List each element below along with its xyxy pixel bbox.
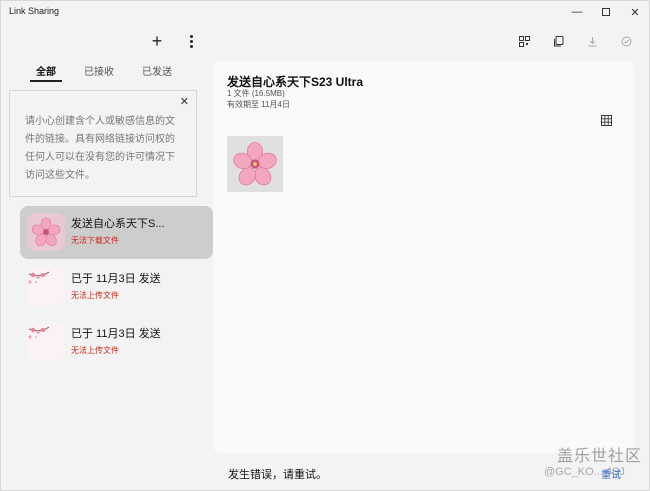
done-button[interactable]	[618, 33, 634, 49]
grid-view-button[interactable]	[601, 113, 613, 126]
close-window-button[interactable]: ✕	[620, 1, 650, 23]
error-message: 发生错误，请重试。	[228, 469, 327, 481]
filter-tabs: 全部 已接收 已发送	[23, 63, 193, 82]
minimize-button[interactable]: —	[562, 1, 592, 23]
list-item-name: 已于 11月3日 发送	[71, 328, 161, 340]
privacy-warning: 请小心创建含个人或敏感信息的文件的链接。具有网络链接访问权的任何人可以在没有您的…	[9, 90, 197, 197]
list-item-status: 无法下载文件	[71, 236, 119, 245]
copy-link-button[interactable]	[550, 33, 566, 49]
watermark-community: 盖乐世社区	[557, 448, 643, 465]
blossom-branch-icon	[28, 326, 50, 339]
copy-icon	[553, 35, 563, 46]
more-options-button[interactable]	[180, 30, 202, 52]
grid-view-icon	[601, 115, 612, 126]
warning-text: 请小心创建含个人或敏感信息的文件的链接。具有网络链接访问权的任何人可以在没有您的…	[25, 116, 175, 181]
file-preview-image[interactable]	[227, 136, 283, 192]
app-window: Link Sharing — ✕ + 全部 已接收 已发送 请小心创建含个人或敏…	[0, 0, 650, 491]
more-vertical-icon	[189, 34, 193, 48]
tab-sent[interactable]: 已发送	[142, 63, 172, 82]
list-item[interactable]: 已于 11月3日 发送 无法上传文件	[20, 261, 213, 314]
cherry-blossom-thumbnail	[27, 213, 65, 251]
download-button[interactable]	[584, 33, 600, 49]
tab-received[interactable]: 已接收	[84, 63, 114, 82]
plus-icon: +	[151, 30, 163, 51]
list-item-name: 已于 11月3日 发送	[71, 273, 161, 285]
detail-expiry: 有效期至 11月4日	[227, 100, 290, 109]
qr-code-icon	[518, 35, 530, 47]
retry-link[interactable]: 重试	[601, 466, 621, 481]
maximize-icon	[602, 8, 610, 16]
tab-all[interactable]: 全部	[30, 63, 62, 82]
window-title: Link Sharing	[9, 6, 60, 16]
blossom-branch-thumbnail	[27, 268, 65, 306]
dismiss-warning-button[interactable]: ✕	[180, 95, 189, 108]
list-item-status: 无法上传文件	[71, 346, 119, 355]
blossom-branch-icon	[28, 271, 50, 284]
cherry-blossom-icon	[233, 142, 277, 186]
qr-code-button[interactable]	[516, 33, 532, 49]
title-bar: Link Sharing — ✕	[1, 1, 649, 23]
minimize-icon: —	[571, 6, 583, 18]
check-circle-icon	[621, 36, 631, 46]
detail-size: 1 文件 (16.5MB)	[227, 89, 285, 98]
list-item[interactable]: 发送自心系天下S... 无法下载文件	[20, 206, 213, 259]
list-item-status: 无法上传文件	[71, 291, 119, 300]
add-share-button[interactable]: +	[146, 30, 168, 52]
detail-panel: 发送自心系天下S23 Ultra 1 文件 (16.5MB) 有效期至 11月4…	[213, 61, 634, 453]
close-icon: ✕	[630, 6, 640, 19]
blossom-branch-thumbnail	[27, 323, 65, 361]
maximize-button[interactable]	[591, 1, 621, 23]
cherry-blossom-icon	[31, 217, 61, 246]
list-item-name: 发送自心系天下S...	[71, 218, 165, 230]
download-icon	[588, 36, 596, 46]
list-item[interactable]: 已于 11月3日 发送 无法上传文件	[20, 316, 213, 369]
